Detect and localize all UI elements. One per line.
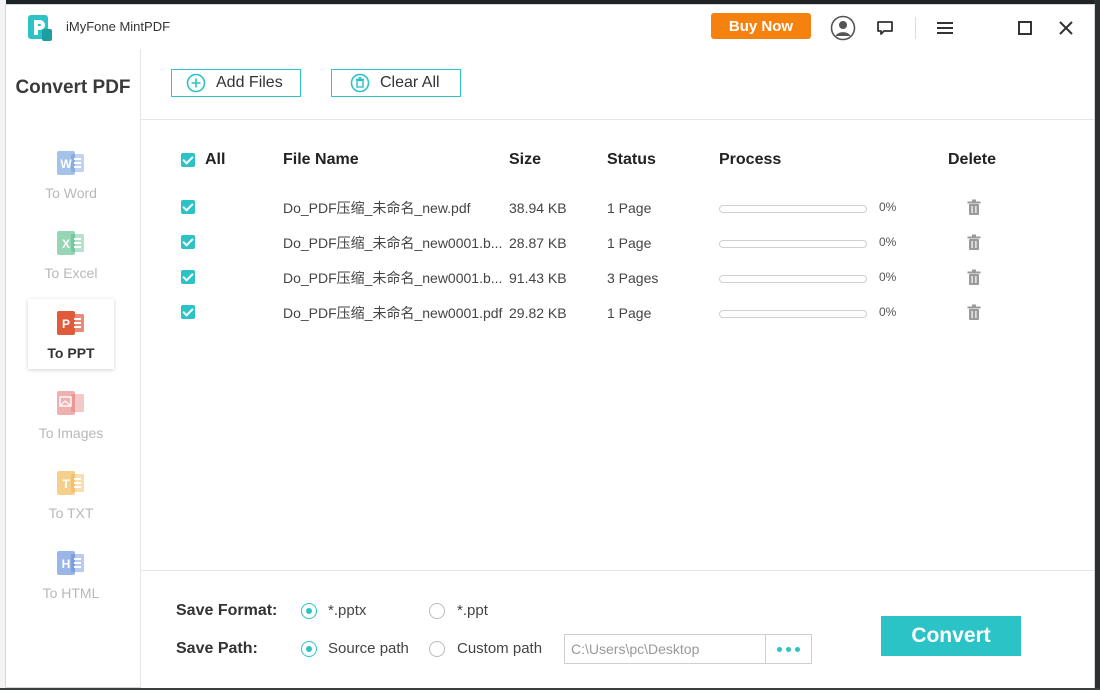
progress-bar [719,275,867,283]
progress-bar [719,240,867,248]
sidebar-item-label: To Word [45,185,97,201]
titlebar-separator [915,17,916,39]
save-format-label: Save Format: [176,602,278,619]
app-logo-icon [28,15,52,41]
header-process: Process [719,151,782,168]
toolbar: Add Files Clear All [141,49,1094,120]
file-name-cell: Do_PDF压缩_未命名_new0001.pdf [283,305,503,321]
header-all: All [205,151,226,168]
sidebar-item-txt[interactable]: T To TXT [28,459,114,529]
status-cell: 1 Page [607,235,652,251]
feedback-icon[interactable] [872,15,898,41]
save-options-panel: Save Format: *.pptx *.ppt Save Path: Sou… [141,570,1094,688]
account-icon[interactable] [830,15,856,41]
progress-percent: 0% [879,305,897,319]
title-bar: iMyFone MintPDF Buy Now [6,5,1094,49]
format-ppt-label[interactable]: *.ppt [457,602,488,619]
delete-trash-icon[interactable] [964,303,984,323]
table-row: Do_PDF压缩_未命名_new0001.b... 91.43 KB 3 Pages… [6,268,1096,305]
svg-text:T: T [62,477,70,491]
status-cell: 1 Page [607,200,652,216]
image-file-icon [57,391,84,415]
clear-all-button[interactable]: Clear All [331,69,461,97]
select-all-checkbox[interactable] [181,153,195,167]
format-ppt-radio[interactable] [429,603,445,619]
progress-percent: 0% [879,235,897,249]
row-checkbox[interactable] [181,270,195,284]
row-checkbox[interactable] [181,305,195,319]
progress-percent: 0% [879,270,897,284]
file-size-cell: 29.82 KB [509,305,567,321]
file-size-cell: 28.87 KB [509,235,567,251]
table-row: Do_PDF压缩_未命名_new0001.pdf 29.82 KB 1 Page 0% [6,303,1096,340]
app-title: iMyFone MintPDF [66,19,171,34]
sidebar-title: Convert PDF [15,77,131,98]
custom-path-label[interactable]: Custom path [457,640,542,657]
app-window: iMyFone MintPDF Buy Now Convert PDF W To… [5,4,1095,688]
close-icon[interactable] [1053,15,1079,41]
status-cell: 3 Pages [607,270,659,286]
delete-trash-icon[interactable] [964,198,984,218]
html-file-icon: H [57,551,84,575]
maximize-icon[interactable] [1012,15,1038,41]
header-file-name: File Name [283,151,359,168]
sidebar-item-word[interactable]: W To Word [28,139,114,209]
sidebar-item-images[interactable]: To Images [28,379,114,449]
header-status: Status [607,151,656,168]
source-path-radio[interactable] [301,641,317,657]
delete-trash-icon[interactable] [964,268,984,288]
file-size-cell: 91.43 KB [509,270,567,286]
trash-circle-icon [350,73,370,93]
header-size: Size [509,151,542,168]
sidebar-item-label: To PPT [47,345,95,361]
sidebar-item-label: To HTML [42,585,100,601]
sidebar-item-label: To Images [38,425,104,441]
sidebar-item-label: To TXT [48,505,94,521]
status-cell: 1 Page [607,305,652,321]
browse-path-button[interactable] [765,634,812,664]
add-files-label: Add Files [216,74,283,91]
file-name-cell: Do_PDF压缩_未命名_new0001.b... [283,235,503,251]
menu-icon[interactable] [932,15,958,41]
file-name-cell: Do_PDF压缩_未命名_new0001.b... [283,270,503,286]
file-name-cell: Do_PDF压缩_未命名_new.pdf [283,200,471,216]
source-path-label[interactable]: Source path [328,640,409,657]
format-pptx-label[interactable]: *.pptx [328,602,366,619]
progress-bar [719,205,867,213]
svg-text:H: H [62,557,71,571]
add-files-button[interactable]: Add Files [171,69,301,97]
sidebar: Convert PDF W To Word X To Excel P To PPT To I… [6,49,141,687]
clear-all-label: Clear All [380,74,440,91]
file-size-cell: 38.94 KB [509,200,567,216]
table-row: Do_PDF压缩_未命名_new.pdf 38.94 KB 1 Page 0% [6,198,1096,235]
txt-file-icon: T [57,471,84,495]
row-checkbox[interactable] [181,200,195,214]
add-circle-icon [186,73,206,93]
progress-percent: 0% [879,200,897,214]
row-checkbox[interactable] [181,235,195,249]
custom-path-radio[interactable] [429,641,445,657]
format-pptx-radio[interactable] [301,603,317,619]
sidebar-item-html[interactable]: H To HTML [28,539,114,609]
buy-now-button[interactable]: Buy Now [711,13,811,39]
progress-bar [719,310,867,318]
word-file-icon: W [57,151,84,175]
more-dot-icon [786,646,791,652]
more-dot-icon [795,646,800,652]
header-delete: Delete [948,151,997,168]
table-row: Do_PDF压缩_未命名_new0001.b... 28.87 KB 1 Page 0… [6,233,1096,270]
svg-text:W: W [60,157,72,171]
more-dot-icon [777,646,782,652]
save-path-label: Save Path: [176,640,258,657]
convert-button[interactable]: Convert [881,616,1021,656]
delete-trash-icon[interactable] [964,233,984,253]
